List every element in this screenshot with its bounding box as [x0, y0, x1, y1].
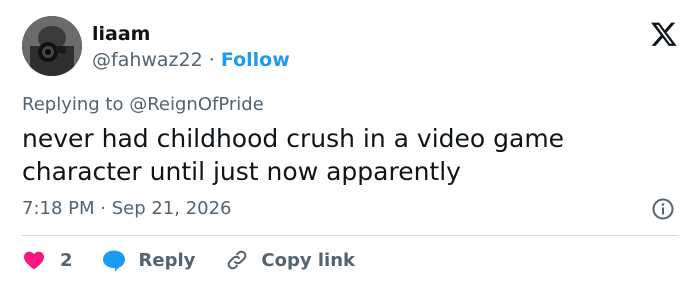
tweet-timestamp[interactable]: 7:18 PM · Sep 21, 2026	[22, 197, 232, 221]
heart-icon	[24, 251, 44, 270]
tweet-card: liaam @fahwaz22 · Follow Replying to @Re…	[0, 0, 700, 287]
reply-label: Reply	[138, 249, 196, 271]
reply-context: Replying to @ReignOfPride	[22, 94, 264, 116]
copy-link-label: Copy link	[261, 249, 355, 271]
copy-link-button[interactable]: Copy link	[225, 248, 355, 272]
follow-button[interactable]: Follow	[221, 49, 290, 71]
separator-dot: ·	[208, 49, 215, 71]
divider	[22, 235, 678, 236]
action-bar: 2 Reply Copy link	[22, 248, 355, 272]
reply-bubble-icon	[102, 250, 125, 272]
like-button[interactable]: 2	[22, 248, 101, 272]
tweet-text: never had childhood crush in a video gam…	[22, 124, 565, 186]
info-icon[interactable]	[651, 197, 675, 221]
like-count: 2	[60, 249, 73, 271]
x-logo-icon[interactable]	[650, 20, 678, 48]
reply-button[interactable]: Reply	[101, 248, 226, 272]
author-handle[interactable]: @fahwaz22	[92, 49, 203, 71]
author-display-name[interactable]: liaam	[92, 22, 150, 46]
reply-context-prefix: Replying to	[22, 94, 124, 115]
link-icon	[228, 250, 247, 270]
author-handle-row: @fahwaz22 · Follow	[92, 48, 290, 72]
avatar-photo-icon	[22, 16, 82, 76]
avatar[interactable]	[22, 16, 82, 76]
reply-mention-link[interactable]: @ReignOfPride	[129, 94, 264, 115]
